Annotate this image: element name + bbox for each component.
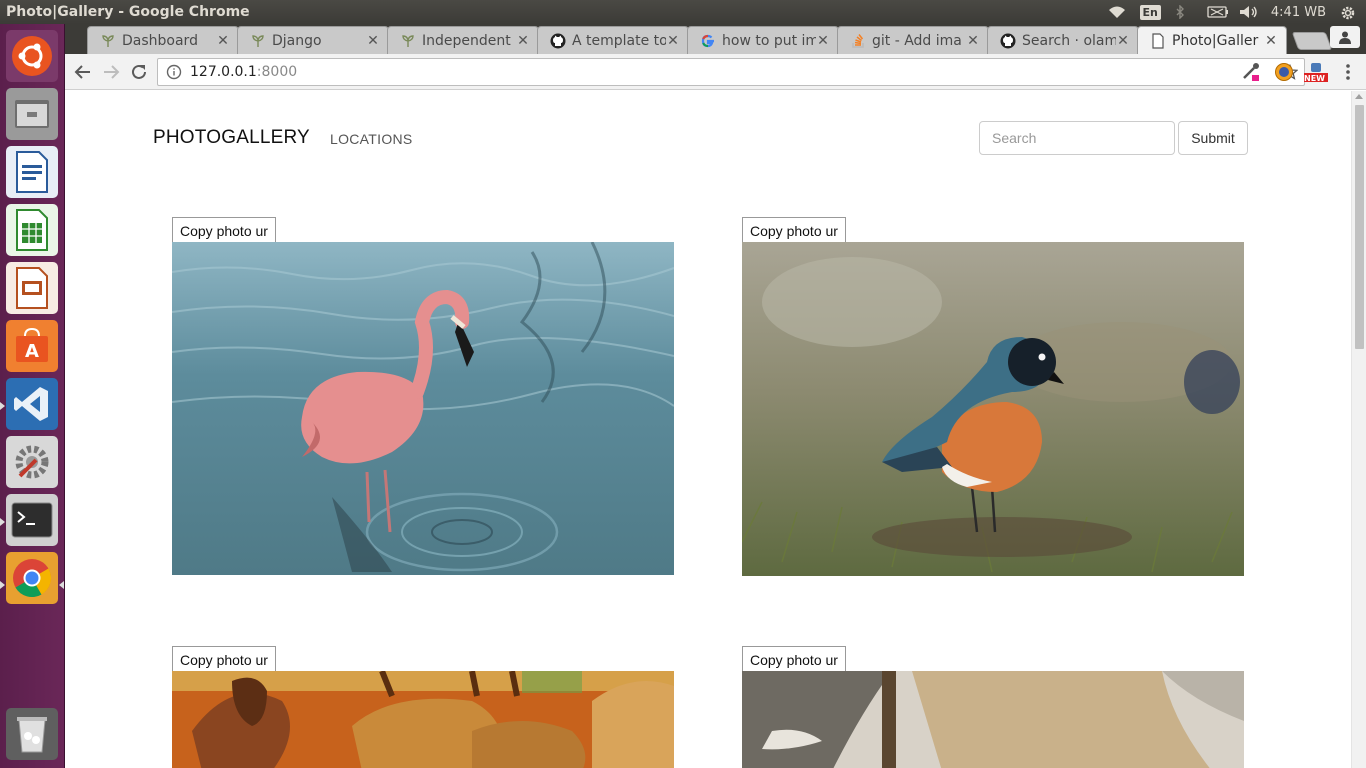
extension-badge-icon[interactable] xyxy=(1274,62,1294,82)
wifi-icon[interactable] xyxy=(1108,5,1126,19)
reload-icon[interactable] xyxy=(127,60,151,84)
new-extension-icon[interactable]: NEW xyxy=(1303,62,1329,83)
copy-photo-url-button[interactable]: Copy photo ur xyxy=(172,646,276,672)
photo-flamingo[interactable] xyxy=(172,242,674,575)
page-viewport: PHOTOGALLERY LOCATIONS Submit Copy photo… xyxy=(65,91,1351,768)
new-tab-button[interactable] xyxy=(1291,32,1333,50)
profile-icon[interactable] xyxy=(1330,26,1360,48)
close-icon[interactable]: ✕ xyxy=(1116,33,1130,49)
back-icon[interactable] xyxy=(71,60,95,84)
keyboard-language-indicator[interactable]: En xyxy=(1139,4,1161,20)
url-port: :8000 xyxy=(256,64,298,80)
tab-title: Search · olam xyxy=(1022,32,1116,49)
tab-strip: Dashboard ✕ Django ✕ Independent ✕ A tem… xyxy=(65,24,1366,54)
chrome-icon[interactable] xyxy=(6,552,58,604)
libreoffice-impress-icon[interactable] xyxy=(6,262,58,314)
system-settings-icon[interactable] xyxy=(6,436,58,488)
libreoffice-calc-icon[interactable] xyxy=(6,204,58,256)
tab-template[interactable]: A template to ✕ xyxy=(537,26,689,54)
battery-icon[interactable] xyxy=(1207,5,1228,19)
tab-dashboard[interactable]: Dashboard ✕ xyxy=(87,26,239,54)
settings-gear-icon[interactable] xyxy=(1340,5,1358,20)
browser-toolbar: 127.0.0.1:8000 NEW xyxy=(65,54,1366,90)
new-badge: NEW xyxy=(1304,74,1325,83)
tab-github-search[interactable]: Search · olam ✕ xyxy=(987,26,1139,54)
copy-photo-url-button[interactable]: Copy photo ur xyxy=(742,217,846,243)
vscode-icon[interactable] xyxy=(6,378,58,430)
close-icon[interactable]: ✕ xyxy=(516,33,530,49)
tab-title: A template to xyxy=(572,32,666,49)
window-title: Photo|Gallery - Google Chrome xyxy=(6,4,250,20)
tab-title: Django xyxy=(272,32,322,49)
google-icon xyxy=(700,33,716,49)
tab-django[interactable]: Django ✕ xyxy=(237,26,389,54)
running-indicator xyxy=(0,402,5,410)
leaf-icon xyxy=(400,33,416,49)
panel-indicators: En 4:41 WB xyxy=(1108,0,1358,24)
running-indicator xyxy=(0,581,5,589)
close-icon[interactable]: ✕ xyxy=(216,33,230,49)
clock[interactable]: 4:41 WB xyxy=(1271,5,1326,20)
scroll-up-arrow-icon[interactable] xyxy=(1355,94,1363,99)
tab-title: Independent xyxy=(422,32,511,49)
close-icon[interactable]: ✕ xyxy=(1264,33,1278,49)
tab-google-search[interactable]: how to put im ✕ xyxy=(687,26,839,54)
tab-independent[interactable]: Independent ✕ xyxy=(387,26,539,54)
browser-window: Dashboard ✕ Django ✕ Independent ✕ A tem… xyxy=(65,24,1366,768)
color-picker-extension-icon[interactable] xyxy=(1241,62,1261,82)
close-icon[interactable]: ✕ xyxy=(666,33,680,49)
info-icon[interactable] xyxy=(166,64,182,80)
github-icon xyxy=(1000,33,1016,49)
unity-launcher: A xyxy=(0,24,65,768)
search-input[interactable] xyxy=(979,121,1175,155)
close-icon[interactable]: ✕ xyxy=(966,33,980,49)
stackoverflow-icon xyxy=(850,33,866,49)
tab-title: Photo|Galler xyxy=(1172,32,1259,49)
tab-stackoverflow[interactable]: git - Add ima ✕ xyxy=(837,26,989,54)
photo-elephants[interactable] xyxy=(172,671,674,768)
site-brand[interactable]: PHOTOGALLERY xyxy=(153,127,310,149)
close-icon[interactable]: ✕ xyxy=(366,33,380,49)
trash-icon[interactable] xyxy=(6,708,58,760)
tab-title: how to put im xyxy=(722,32,816,49)
photo-starling[interactable] xyxy=(742,242,1244,576)
address-bar[interactable]: 127.0.0.1:8000 xyxy=(157,58,1305,86)
libreoffice-writer-icon[interactable] xyxy=(6,146,58,198)
tab-title: Dashboard xyxy=(122,32,198,49)
ubuntu-dash-icon[interactable] xyxy=(6,30,58,82)
focused-indicator xyxy=(59,581,64,589)
page-icon xyxy=(1150,32,1166,49)
scrollbar-thumb[interactable] xyxy=(1355,105,1364,349)
terminal-icon[interactable] xyxy=(6,494,58,546)
tab-title: git - Add ima xyxy=(872,32,962,49)
copy-photo-url-button[interactable]: Copy photo ur xyxy=(742,646,846,672)
top-panel: Photo|Gallery - Google Chrome En 4:41 WB xyxy=(0,0,1366,24)
nav-locations-link[interactable]: LOCATIONS xyxy=(330,131,413,147)
forward-icon[interactable] xyxy=(99,60,123,84)
software-center-icon[interactable]: A xyxy=(6,320,58,372)
files-icon[interactable] xyxy=(6,88,58,140)
copy-photo-url-button[interactable]: Copy photo ur xyxy=(172,217,276,243)
submit-button[interactable]: Submit xyxy=(1178,121,1248,155)
photo-sailboat[interactable] xyxy=(742,671,1244,768)
running-indicator xyxy=(0,518,5,526)
close-icon[interactable]: ✕ xyxy=(816,33,830,49)
leaf-icon xyxy=(100,33,116,49)
bluetooth-icon[interactable] xyxy=(1175,4,1193,20)
tab-photo-gallery[interactable]: Photo|Galler ✕ xyxy=(1137,26,1287,54)
page-scrollbar[interactable] xyxy=(1351,91,1366,768)
svg-text:A: A xyxy=(25,341,39,362)
menu-kebab-icon[interactable] xyxy=(1338,62,1358,82)
volume-icon[interactable] xyxy=(1239,5,1257,19)
github-icon xyxy=(550,33,566,49)
url-host: 127.0.0.1 xyxy=(190,64,257,80)
leaf-icon xyxy=(250,33,266,49)
